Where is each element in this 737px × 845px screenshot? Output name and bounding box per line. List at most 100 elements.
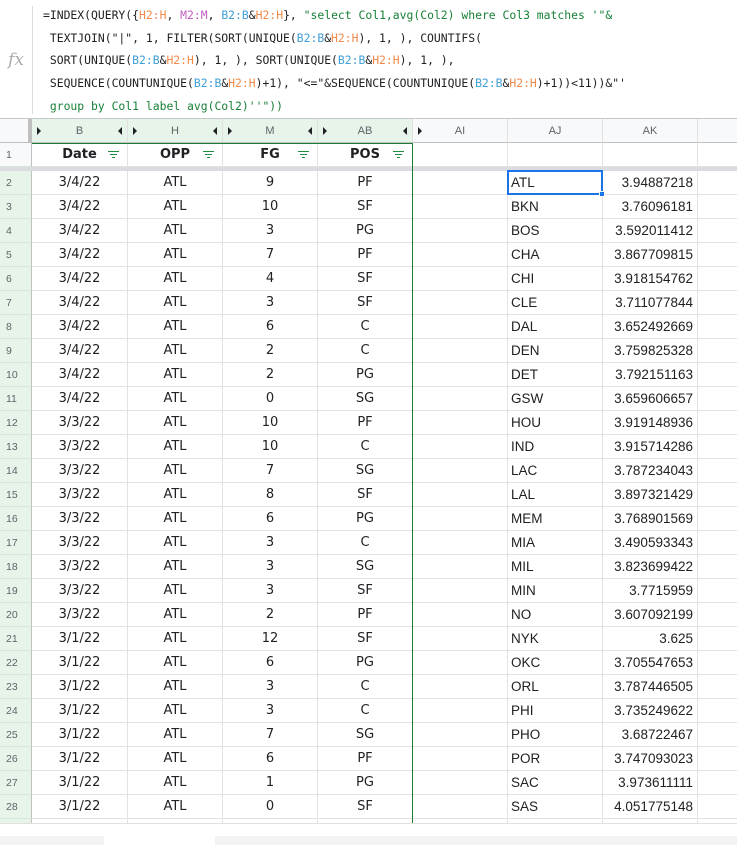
data-cell-pos[interactable]: SG [318, 555, 413, 579]
data-cell-pos[interactable]: PG [318, 219, 413, 243]
team-cell[interactable]: DET [508, 363, 603, 387]
empty-cell[interactable] [698, 267, 737, 291]
avg-cell[interactable]: 3.68722467 [603, 723, 698, 747]
expand-group-icon[interactable] [133, 127, 137, 135]
column-header-ab[interactable]: AB [318, 119, 413, 143]
team-cell[interactable]: HOU [508, 411, 603, 435]
data-cell-opp[interactable]: ATL [128, 363, 223, 387]
data-cell-pos[interactable]: PG [318, 363, 413, 387]
row-header[interactable]: 9 [0, 339, 32, 363]
empty-cell[interactable] [698, 387, 737, 411]
column-header-ak[interactable]: AK [603, 119, 698, 143]
data-cell-opp[interactable]: ATL [128, 459, 223, 483]
data-cell-fg[interactable]: 2 [223, 603, 318, 627]
expand-group-icon[interactable] [228, 127, 232, 135]
empty-cell[interactable] [698, 483, 737, 507]
empty-cell[interactable] [413, 771, 508, 795]
data-cell-date[interactable]: 3/4/22 [32, 363, 128, 387]
data-cell-pos[interactable]: C [318, 531, 413, 555]
data-cell-opp[interactable]: ATL [128, 531, 223, 555]
avg-cell[interactable]: 3.592011412 [603, 219, 698, 243]
data-cell-date[interactable]: 3/3/22 [32, 531, 128, 555]
empty-cell[interactable] [698, 459, 737, 483]
data-cell-pos[interactable]: PF [318, 411, 413, 435]
empty-cell[interactable] [698, 143, 737, 167]
data-cell-pos[interactable]: PG [318, 507, 413, 531]
empty-cell[interactable] [413, 435, 508, 459]
select-all-corner[interactable] [0, 119, 32, 143]
data-cell-date[interactable]: 3/4/22 [32, 387, 128, 411]
data-cell-pos[interactable]: PF [318, 243, 413, 267]
data-cell-fg[interactable]: 12 [223, 627, 318, 651]
filter-header-cell[interactable]: POS [318, 143, 413, 167]
row-header[interactable]: 7 [0, 291, 32, 315]
data-cell-opp[interactable]: ATL [128, 747, 223, 771]
collapse-group-icon[interactable] [308, 127, 312, 135]
column-header-next[interactable] [698, 119, 737, 143]
empty-cell[interactable] [413, 387, 508, 411]
data-cell-pos[interactable]: PF [318, 747, 413, 771]
data-cell-opp[interactable]: ATL [128, 723, 223, 747]
filter-icon[interactable] [298, 151, 309, 159]
data-cell-date[interactable]: 3/3/22 [32, 603, 128, 627]
empty-cell[interactable] [698, 363, 737, 387]
row-header[interactable]: 23 [0, 675, 32, 699]
row-header[interactable]: 28 [0, 795, 32, 819]
empty-cell[interactable] [698, 315, 737, 339]
data-cell-fg[interactable]: 2 [223, 363, 318, 387]
filter-header-cell[interactable]: Date [32, 143, 128, 167]
row-header[interactable]: 2 [0, 171, 32, 195]
data-cell-fg[interactable]: 0 [223, 795, 318, 819]
team-cell[interactable]: MEM [508, 507, 603, 531]
empty-cell[interactable] [413, 555, 508, 579]
formula-bar[interactable]: fx =INDEX(QUERY({H2:H, M2:M, B2:B&H2:H},… [0, 0, 737, 119]
data-cell-fg[interactable]: 6 [223, 651, 318, 675]
row-header[interactable]: 26 [0, 747, 32, 771]
empty-cell[interactable] [413, 315, 508, 339]
team-cell[interactable]: OKC [508, 651, 603, 675]
row-header[interactable]: 21 [0, 627, 32, 651]
data-cell-fg[interactable]: 7 [223, 459, 318, 483]
data-cell-opp[interactable]: ATL [128, 795, 223, 819]
data-cell-date[interactable]: 3/1/22 [32, 699, 128, 723]
avg-cell[interactable]: 3.659606657 [603, 387, 698, 411]
data-cell-date[interactable]: 3/1/22 [32, 771, 128, 795]
data-cell-fg[interactable]: 3 [223, 699, 318, 723]
sheet-tab-active[interactable] [104, 836, 215, 845]
empty-cell[interactable] [698, 171, 737, 195]
data-cell-fg[interactable]: 10 [223, 195, 318, 219]
team-cell[interactable]: CHA [508, 243, 603, 267]
empty-cell[interactable] [413, 363, 508, 387]
avg-cell[interactable]: 3.768901569 [603, 507, 698, 531]
data-cell-opp[interactable]: ATL [128, 507, 223, 531]
empty-cell[interactable] [413, 675, 508, 699]
data-cell-date[interactable]: 3/4/22 [32, 267, 128, 291]
data-cell-fg[interactable]: 7 [223, 723, 318, 747]
data-cell-date[interactable]: 3/3/22 [32, 435, 128, 459]
team-cell[interactable]: LAL [508, 483, 603, 507]
empty-cell[interactable] [698, 771, 737, 795]
empty-cell[interactable] [413, 171, 508, 195]
data-cell-fg[interactable]: 3 [223, 555, 318, 579]
team-cell[interactable]: DEN [508, 339, 603, 363]
data-cell-date[interactable]: 3/3/22 [32, 459, 128, 483]
collapse-group-icon[interactable] [403, 127, 407, 135]
avg-cell[interactable]: 3.735249622 [603, 699, 698, 723]
team-cell[interactable]: NYK [508, 627, 603, 651]
avg-cell[interactable]: 3.76096181 [603, 195, 698, 219]
filter-header-cell[interactable]: OPP [128, 143, 223, 167]
expand-group-icon[interactable] [418, 127, 422, 135]
team-cell[interactable]: DAL [508, 315, 603, 339]
empty-cell[interactable] [698, 795, 737, 819]
data-cell-pos[interactable]: SF [318, 291, 413, 315]
empty-cell[interactable] [413, 339, 508, 363]
data-cell-fg[interactable]: 6 [223, 315, 318, 339]
data-cell-date[interactable]: 3/4/22 [32, 243, 128, 267]
avg-cell[interactable]: 4.051775148 [603, 795, 698, 819]
avg-cell[interactable]: 3.973611111 [603, 771, 698, 795]
data-cell-opp[interactable]: ATL [128, 435, 223, 459]
column-header-ai[interactable]: AI [413, 119, 508, 143]
team-cell[interactable]: BKN [508, 195, 603, 219]
empty-cell[interactable] [413, 747, 508, 771]
avg-cell[interactable]: 3.652492669 [603, 315, 698, 339]
